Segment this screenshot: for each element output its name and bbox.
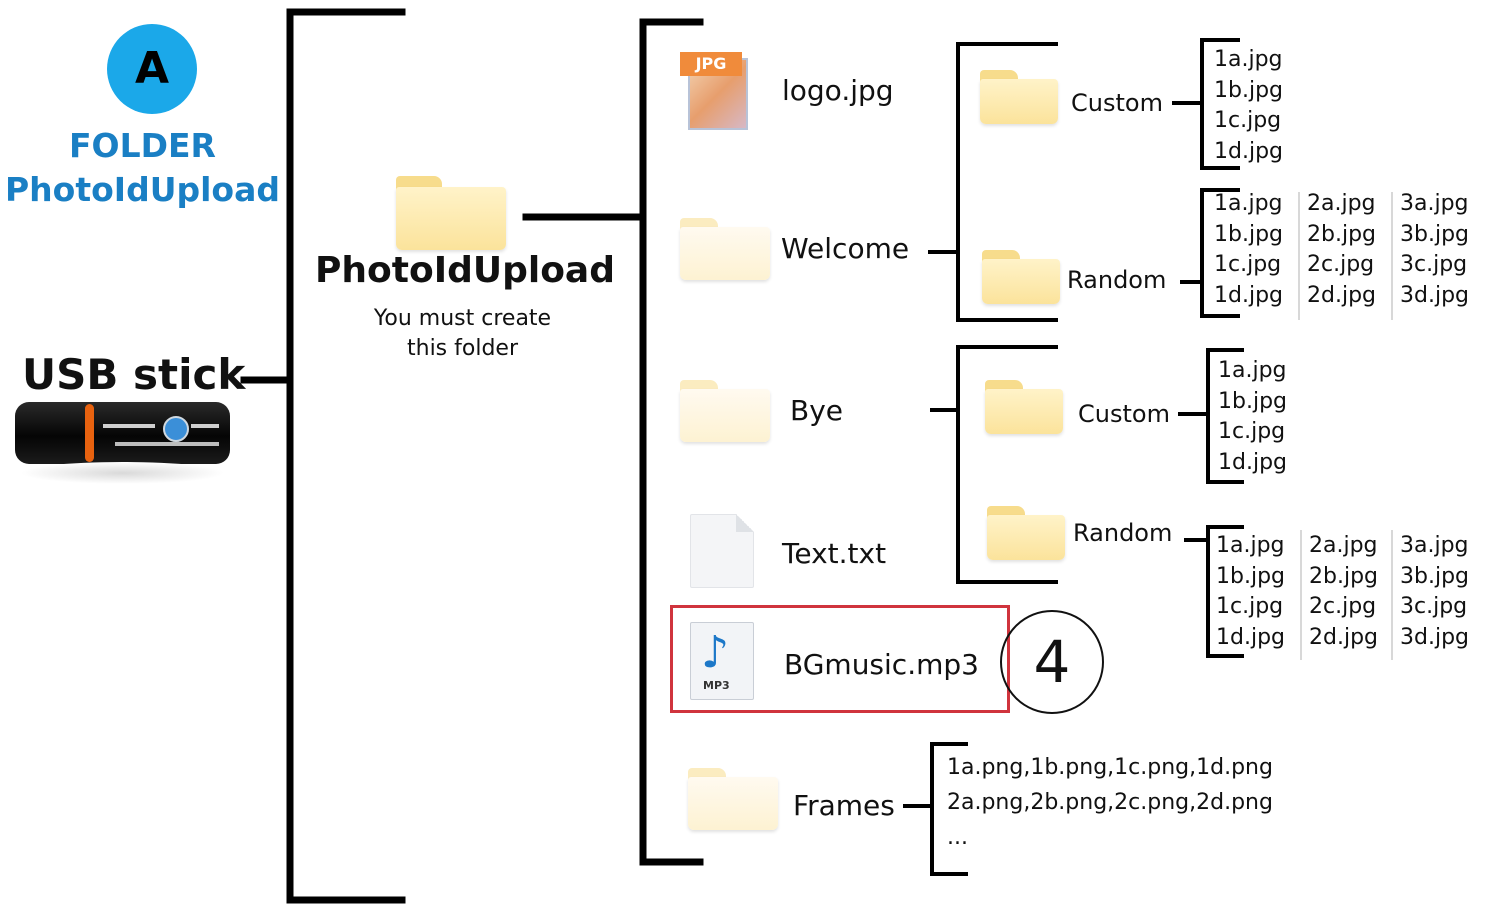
file-name: 3c.jpg [1400,594,1468,619]
bye-random-col-3: 3a.jpg 3b.jpg 3c.jpg 3d.jpg [1400,531,1469,653]
file-name: 1c.jpg [1214,252,1282,277]
file-name: 3b.jpg [1400,221,1469,247]
file-name: 1c.jpg [1214,108,1282,133]
root-bracket [286,8,406,904]
bye-random-label: Random [1073,519,1173,547]
jpg-icon-label: JPG [680,52,742,76]
file-name: 2a.jpg [1307,191,1376,216]
file-name: 1d.jpg [1218,449,1287,475]
frames-line: 2a.png,2b.png,2c.png,2d.png [947,790,1273,815]
file-name: 3d.jpg [1400,282,1469,308]
welcome-custom-folder-icon [980,70,1058,124]
bye-random-col-2: 2a.jpg 2b.jpg 2c.jpg 2d.jpg [1309,531,1378,653]
item-text-txt: Text.txt [782,537,887,570]
welcome-random-col-1: 1a.jpg 1b.jpg 1c.jpg 1d.jpg [1214,189,1283,311]
bye-random-folder-icon [987,506,1065,560]
bye-folder-icon [680,380,770,442]
file-name: 1b.jpg [1216,563,1285,589]
usb-title: USB stick [22,350,246,399]
root-folder-icon [396,176,506,250]
bye-random-col-1: 1a.jpg 1b.jpg 1c.jpg 1d.jpg [1216,531,1285,653]
welcome-random-folder-icon [982,250,1060,304]
file-name: 1b.jpg [1218,388,1287,414]
bye-custom-label: Custom [1078,400,1170,428]
welcome-custom-files: 1a.jpg 1b.jpg 1c.jpg 1d.jpg [1214,45,1283,167]
welcome-random-col-3: 3a.jpg 3b.jpg 3c.jpg 3d.jpg [1400,189,1469,311]
mp3-file-icon: ♪ MP3 [690,622,754,700]
file-name: 1a.jpg [1218,358,1287,383]
item-bye: Bye [790,394,844,427]
item-bgmusic-mp3: BGmusic.mp3 [784,648,979,681]
heading-line-1: FOLDER [69,126,216,165]
file-name: 2c.jpg [1309,594,1377,619]
frames-line: ... [947,825,968,850]
text-file-icon [690,514,754,588]
root-folder-note-line-2: this folder [407,336,518,361]
file-name: 1b.jpg [1214,221,1283,247]
file-name: 1c.jpg [1216,594,1284,619]
bye-custom-folder-icon [985,380,1063,434]
root-folder-name: PhotoIdUpload [315,250,615,291]
bye-custom-files: 1a.jpg 1b.jpg 1c.jpg 1d.jpg [1218,356,1287,478]
item-logo-jpg: logo.jpg [782,74,894,107]
usb-shadow [20,462,225,484]
frames-folder-icon [688,768,778,830]
file-name: 1c.jpg [1218,419,1286,444]
file-name: 3c.jpg [1400,252,1468,277]
mp3-icon-label: MP3 [703,679,730,692]
file-name: 2b.jpg [1309,563,1378,589]
welcome-random-label: Random [1067,266,1167,294]
file-name: 3b.jpg [1400,563,1469,589]
step-badge: A [107,24,197,114]
file-name: 2d.jpg [1307,282,1376,308]
file-name: 2a.jpg [1309,533,1378,558]
step-number-circle: 4 [1000,610,1104,714]
file-name: 1a.jpg [1214,47,1283,72]
jpg-file-icon: JPG [680,52,748,130]
file-name: 1d.jpg [1214,282,1283,308]
file-name: 1a.jpg [1214,191,1283,216]
welcome-random-col-2: 2a.jpg 2b.jpg 2c.jpg 2d.jpg [1307,189,1376,311]
file-name: 3a.jpg [1400,191,1469,216]
file-name: 1d.jpg [1216,624,1285,650]
heading-line-2: PhotoIdUpload [5,170,280,209]
frames-line: 1a.png,1b.png,1c.png,1d.png [947,755,1273,780]
file-name: 2c.jpg [1307,252,1375,277]
usb-stick-icon [15,402,230,464]
frames-files: 1a.png,1b.png,1c.png,1d.png 2a.png,2b.pn… [947,750,1273,855]
root-folder-note-line-1: You must create [373,306,552,331]
file-name: 2b.jpg [1307,221,1376,247]
file-name: 1b.jpg [1214,77,1283,103]
file-name: 3a.jpg [1400,533,1469,558]
file-name: 3d.jpg [1400,624,1469,650]
item-welcome: Welcome [781,232,910,265]
item-frames: Frames [793,789,895,822]
welcome-custom-label: Custom [1071,89,1163,117]
welcome-folder-icon [680,218,770,280]
contents-bracket [639,18,704,866]
file-name: 1d.jpg [1214,138,1283,164]
file-name: 1a.jpg [1216,533,1285,558]
file-name: 2d.jpg [1309,624,1378,650]
root-folder-note: You must create this folder [330,304,595,364]
